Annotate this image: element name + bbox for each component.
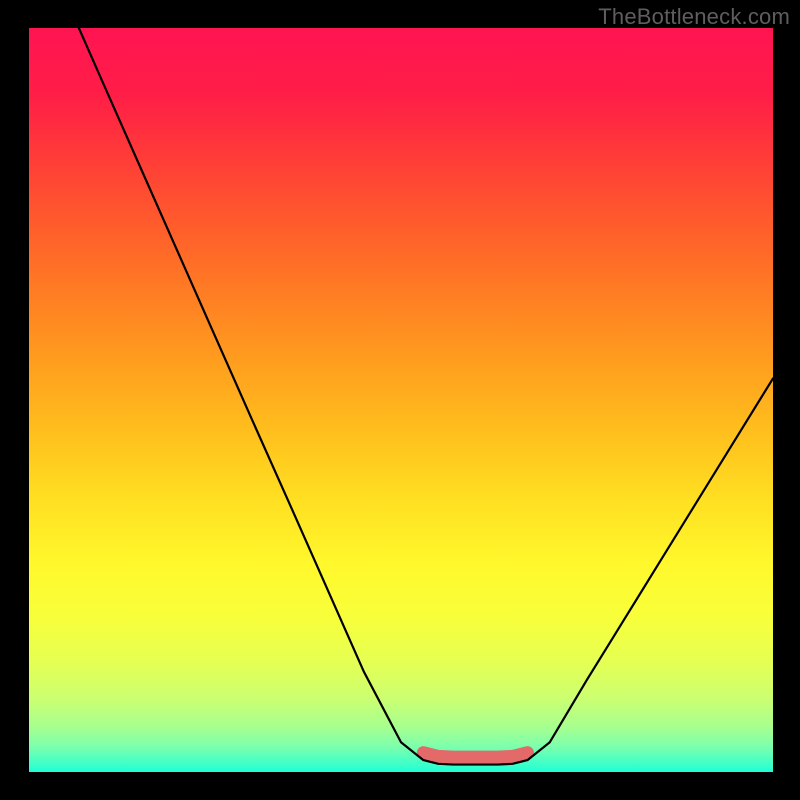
chart-svg bbox=[29, 28, 773, 772]
bottom-highlight bbox=[423, 753, 527, 757]
bottleneck-curve bbox=[79, 28, 773, 765]
plot-area bbox=[29, 28, 773, 772]
watermark-text: TheBottleneck.com bbox=[598, 4, 790, 30]
chart-frame: TheBottleneck.com bbox=[0, 0, 800, 800]
